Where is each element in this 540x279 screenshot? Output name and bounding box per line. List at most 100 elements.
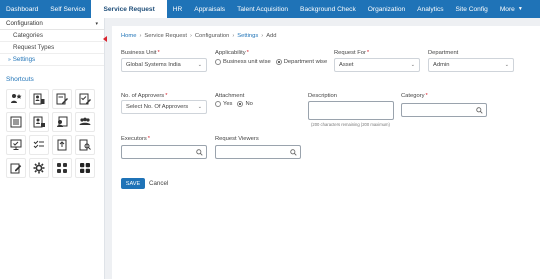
nav-site-config[interactable]: Site Config	[450, 0, 494, 18]
nav-service-request[interactable]: Service Request	[91, 0, 167, 18]
shortcut-button[interactable]	[52, 89, 72, 109]
sidebar-section-configuration[interactable]: Configuration ▾	[0, 18, 104, 30]
sidebar-item-request-types[interactable]: Request Types	[0, 42, 104, 54]
top-nav: Dashboard Self Service Service Request H…	[0, 0, 540, 18]
approvers-value: Select No. Of Approvers	[126, 104, 189, 110]
nav-background-check[interactable]: Background Check	[294, 0, 362, 18]
caret-down-icon: ▾	[95, 20, 98, 27]
sidebar-item-categories[interactable]: Categories	[0, 30, 104, 42]
sidebar-collapse-marker[interactable]	[103, 36, 107, 42]
description-label-text: Description	[308, 93, 337, 99]
search-icon	[196, 149, 203, 156]
business-unit-label-text: Business Unit	[121, 50, 157, 56]
breadcrumb-settings[interactable]: Settings	[237, 33, 258, 39]
breadcrumb: Home › Service Request › Configuration › Setti…	[121, 33, 277, 39]
attachment-option-yes[interactable]: Yes	[215, 101, 232, 107]
nav-appraisals[interactable]: Appraisals	[188, 0, 231, 18]
category-label: Category*	[401, 93, 428, 99]
attachment-label-text: Attachment	[215, 93, 245, 99]
grid-icon	[57, 163, 67, 173]
chevron-down-icon: ⌄	[197, 62, 202, 68]
shortcut-button[interactable]	[75, 135, 95, 155]
business-unit-value: Global Systems India	[126, 62, 181, 68]
description-label: Description	[308, 93, 337, 99]
required-mark: *	[157, 50, 160, 56]
shortcut-button[interactable]	[6, 89, 26, 109]
request-viewers-search-input[interactable]	[215, 145, 301, 159]
doc-upload-icon	[57, 139, 67, 151]
shortcut-button[interactable]	[6, 158, 26, 178]
nav-organization[interactable]: Organization	[362, 0, 411, 18]
description-textarea[interactable]	[308, 101, 394, 120]
approvers-label-text: No. of Approvers	[121, 93, 165, 99]
edit-check-icon	[79, 93, 91, 105]
request-for-label-text: Request For	[334, 50, 366, 56]
department-label: Department	[428, 50, 458, 56]
sidebar: Configuration ▾ Categories Request Types…	[0, 18, 105, 279]
caret-down-icon: ▼	[517, 6, 523, 12]
approvers-label: No. of Approvers*	[121, 93, 167, 99]
business-unit-select[interactable]: Global Systems India ⌄	[121, 58, 207, 72]
shortcut-button[interactable]	[52, 112, 72, 132]
nav-hr[interactable]: HR	[167, 0, 189, 18]
shortcut-button[interactable]	[75, 112, 95, 132]
applicability-option-department[interactable]: Department wise	[275, 59, 327, 65]
approvers-select[interactable]: Select No. Of Approvers ⌄	[121, 100, 207, 114]
person-card-icon	[33, 93, 45, 105]
category-search-input[interactable]	[401, 103, 487, 117]
save-button[interactable]: SAVE	[121, 178, 145, 189]
shortcut-button[interactable]	[29, 112, 49, 132]
nav-more-label: More	[499, 5, 515, 13]
radio-button[interactable]	[215, 59, 221, 65]
radio-button-selected[interactable]	[237, 101, 244, 107]
breadcrumb-current: Add	[266, 33, 277, 39]
radio-label: Business unit wise	[223, 59, 271, 65]
shortcut-button[interactable]	[75, 89, 95, 109]
edit-doc-icon	[10, 163, 22, 174]
applicability-option-business-unit[interactable]: Business unit wise	[215, 59, 271, 65]
shortcut-button[interactable]	[29, 135, 49, 155]
shortcut-button[interactable]	[6, 112, 26, 132]
applicability-label: Applicability*	[215, 50, 249, 56]
cancel-button[interactable]: Cancel	[149, 178, 168, 189]
nav-dashboard[interactable]: Dashboard	[0, 0, 44, 18]
radio-button-selected[interactable]	[275, 59, 282, 65]
breadcrumb-sep: ›	[189, 33, 192, 39]
group-icon	[79, 117, 91, 125]
chevron-down-icon: ⌄	[504, 62, 509, 68]
description-char-hint: (200 characters remaining (200 maximum)	[311, 122, 390, 127]
shortcut-button[interactable]	[52, 158, 72, 178]
nav-analytics[interactable]: Analytics	[411, 0, 449, 18]
applicability-radio-group: Business unit wise Department wise	[215, 59, 332, 65]
request-for-select[interactable]: Asset ⌄	[334, 58, 420, 72]
shortcut-button[interactable]	[52, 135, 72, 155]
request-for-value: Asset	[339, 62, 354, 68]
list-check-icon	[33, 140, 44, 149]
attachment-option-no[interactable]: No	[237, 101, 253, 107]
breadcrumb-sep: ›	[139, 33, 142, 39]
shortcut-button[interactable]	[75, 158, 95, 178]
radio-label: Yes	[223, 101, 233, 107]
breadcrumb-home[interactable]: Home	[121, 33, 136, 39]
request-for-label: Request For*	[334, 50, 369, 56]
radio-button[interactable]	[215, 101, 221, 107]
nav-talent-acquisition[interactable]: Talent Acquisition	[231, 0, 294, 18]
breadcrumb-sep: ›	[232, 33, 235, 39]
sidebar-item-settings[interactable]: » Settings	[0, 54, 104, 66]
shortcut-button[interactable]	[29, 158, 49, 178]
nav-more[interactable]: More ▼	[494, 0, 529, 18]
shortcut-button[interactable]	[6, 135, 26, 155]
edit-form-icon	[56, 93, 68, 105]
executors-search-input[interactable]	[121, 145, 207, 159]
request-viewers-label: Request Viewers	[215, 136, 259, 142]
shortcut-button[interactable]	[29, 89, 49, 109]
nav-self-service[interactable]: Self Service	[44, 0, 91, 18]
department-select[interactable]: Admin ⌄	[428, 58, 514, 72]
shortcuts-title: Shortcuts	[6, 76, 34, 83]
required-mark: *	[246, 50, 249, 56]
chevron-down-icon: ⌄	[410, 62, 415, 68]
gear-icon	[33, 162, 45, 174]
people-star-icon	[11, 94, 22, 103]
required-mark: *	[147, 136, 151, 142]
request-viewers-label-text: Request Viewers	[215, 136, 259, 142]
